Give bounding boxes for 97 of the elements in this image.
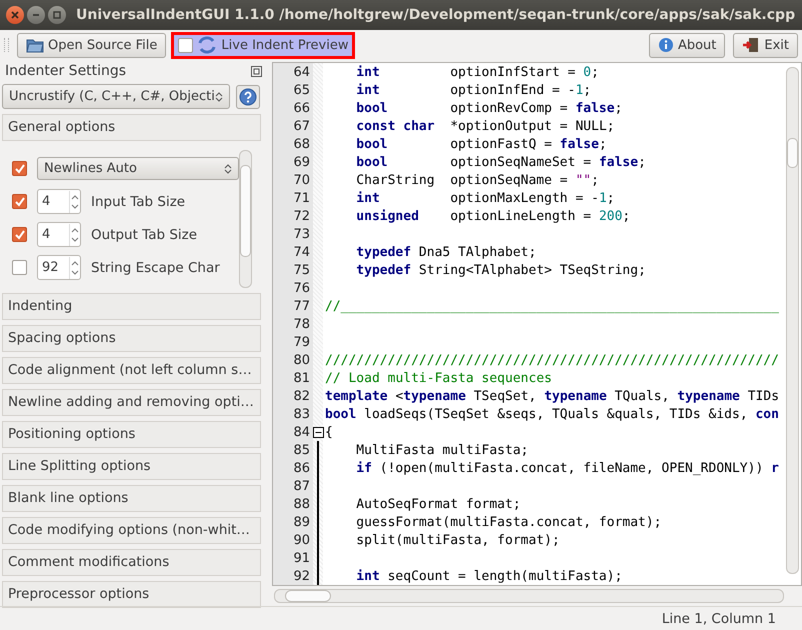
open-source-file-button[interactable]: Open Source File	[17, 32, 166, 58]
code-line: typedef String<TAlphabet> TSeqString;	[355, 263, 646, 278]
folder-icon	[26, 37, 44, 53]
fold-marker-icon[interactable]	[312, 426, 324, 438]
option-checkbox[interactable]	[12, 194, 27, 209]
code-line: MultiFasta multiFasta;	[355, 443, 528, 458]
scrollbar[interactable]	[786, 67, 799, 574]
code-line: guessFormat(multiFasta.concat, format);	[355, 515, 662, 530]
code-line: bool optionFastQ = false;	[355, 137, 607, 152]
code-line: unsigned optionLineLength = 200;	[355, 209, 630, 224]
code-line: const char *optionOutput = NULL;	[355, 119, 615, 134]
code-line: int optionInfStart = 0;	[355, 65, 599, 80]
section-header[interactable]: Code modifying options (non-whit…	[2, 517, 261, 544]
line-number: 74	[292, 244, 311, 262]
line-number: 80	[292, 352, 311, 370]
code-line: // Load multi-Fasta sequences	[325, 371, 552, 386]
code-line: //////////////////////////////////////////////////////////	[325, 353, 779, 368]
line-number: 78	[292, 316, 311, 334]
spin-box[interactable]: 4	[37, 189, 81, 214]
section-header[interactable]: Preprocessor options	[2, 581, 261, 608]
line-number: 89	[292, 514, 311, 532]
code-line: typedef Dna5 TAlphabet;	[355, 245, 536, 260]
minimize-icon[interactable]	[27, 6, 45, 24]
exit-door-icon	[742, 37, 760, 53]
help-button[interactable]	[236, 84, 260, 108]
cursor-position: Line 1, Column 1	[662, 610, 776, 626]
section-header[interactable]: Line Splitting options	[2, 453, 261, 480]
horizontal-scrollbar[interactable]	[274, 589, 784, 603]
line-number: 77	[292, 298, 311, 316]
indenter-settings-title: Indenter Settings	[5, 63, 126, 79]
line-number: 70	[292, 172, 311, 190]
option-dropdown[interactable]: Newlines Auto	[37, 157, 239, 180]
line-number: 82	[292, 388, 311, 406]
line-number: 92	[292, 568, 311, 586]
section-header[interactable]: Spacing options	[2, 325, 261, 352]
code-line: bool loadSeqs(TSeqSet &seqs, TQuals &quals, TIDs &ids, con	[325, 407, 779, 422]
up-down-arrows-icon	[224, 162, 232, 174]
spin-box[interactable]: 4	[37, 222, 81, 247]
live-indent-preview-checkbox[interactable]: Live Indent Preview	[174, 34, 352, 56]
line-number: 91	[292, 550, 311, 568]
line-number: 65	[292, 82, 311, 100]
line-number: 64	[292, 64, 311, 82]
section-header[interactable]: Positioning options	[2, 421, 261, 448]
code-line: int seqCount = length(multiFasta);	[355, 569, 622, 584]
line-number: 66	[292, 100, 311, 118]
line-number: 83	[292, 406, 311, 424]
code-line: {	[325, 425, 333, 440]
line-number: 72	[292, 208, 311, 226]
line-number: 75	[292, 262, 311, 280]
code-line: bool optionSeqNameSet = false;	[355, 155, 646, 170]
window-title: UniversalIndentGUI 1.1.0 /home/holtgrew/Development/seqan-trunk/core/apps/sak/sak.cpp	[76, 7, 796, 23]
line-number: 76	[292, 280, 311, 298]
line-number: 68	[292, 136, 311, 154]
line-number: 85	[292, 442, 311, 460]
option-checkbox[interactable]	[12, 227, 27, 242]
line-number: 87	[292, 478, 311, 496]
spin-box[interactable]: 92	[37, 255, 81, 280]
line-number: 67	[292, 118, 311, 136]
line-number: 84	[292, 424, 311, 442]
code-line: split(multiFasta, format);	[355, 533, 560, 548]
option-label: Output Tab Size	[91, 226, 198, 242]
code-line: template <typename TSeqSet, typename TQuals, typename TIDs	[325, 389, 780, 404]
code-line: bool optionRevComp = false;	[355, 101, 622, 116]
section-header[interactable]: General options	[2, 114, 261, 141]
code-line: CharString optionSeqName = "";	[355, 173, 599, 188]
line-number: 79	[292, 334, 311, 352]
indenter-dropdown[interactable]: Uncrustify (C, C++, C#, Objecti	[2, 84, 230, 109]
scrollbar[interactable]	[239, 150, 252, 288]
undock-icon[interactable]	[251, 66, 262, 76]
code-line: int optionMaxLength = -1;	[355, 191, 615, 206]
line-number: 90	[292, 532, 311, 550]
about-button[interactable]: About	[648, 32, 726, 58]
line-number: 73	[292, 226, 311, 244]
section-header[interactable]: Comment modifications	[2, 549, 261, 576]
section-header[interactable]: Blank line options	[2, 485, 261, 512]
line-number: 88	[292, 496, 311, 514]
exit-button[interactable]: Exit	[733, 32, 798, 58]
section-header[interactable]: Indenting	[2, 293, 261, 320]
info-icon	[658, 37, 674, 53]
line-number: 69	[292, 154, 311, 172]
line-number: 81	[292, 370, 311, 388]
code-line: int optionInfEnd = -1;	[355, 83, 592, 98]
code-line: AutoSeqFormat format;	[355, 497, 521, 512]
option-checkbox[interactable]	[12, 260, 27, 275]
code-line: if (!open(multiFasta.concat, fileName, OPEN_RDONLY)) r	[355, 461, 779, 476]
line-number: 71	[292, 190, 311, 208]
maximize-icon[interactable]	[48, 6, 66, 24]
option-label: String Escape Char	[91, 260, 220, 276]
refresh-icon	[197, 36, 218, 54]
line-number: 86	[292, 460, 311, 478]
code-line: //________________________________________________________	[325, 299, 779, 314]
section-header[interactable]: Newline adding and removing opti…	[2, 389, 261, 416]
section-header[interactable]: Code alignment (not left column s…	[2, 357, 261, 384]
close-icon[interactable]	[6, 6, 24, 24]
option-checkbox[interactable]	[12, 161, 27, 176]
up-down-arrows-icon	[215, 90, 223, 102]
option-label: Input Tab Size	[91, 194, 186, 210]
